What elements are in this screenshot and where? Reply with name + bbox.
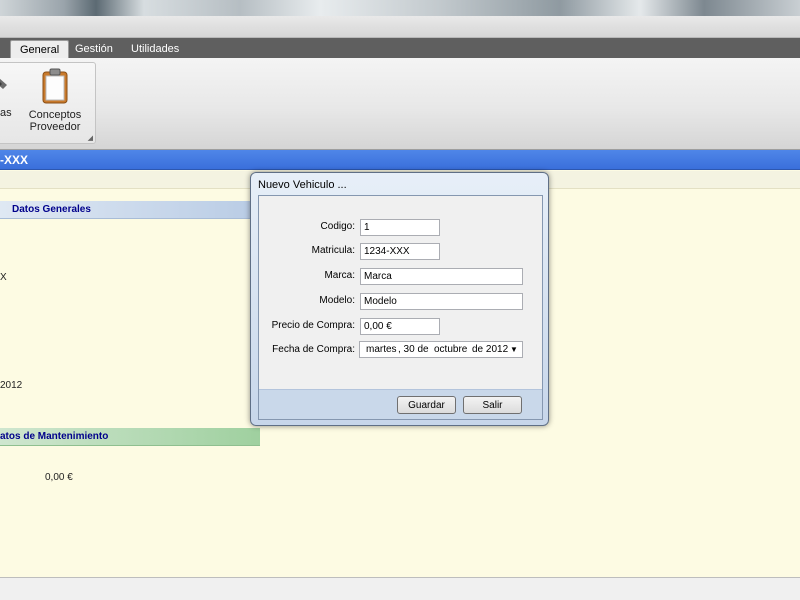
- tab-utilidades[interactable]: Utilidades: [122, 40, 188, 58]
- fecha-compra-label: Fecha de Compra:: [272, 344, 355, 355]
- tab-general[interactable]: General: [10, 40, 70, 59]
- window-title-bar: [0, 16, 800, 38]
- matricula-input[interactable]: [360, 243, 440, 260]
- clipboard-icon: [42, 68, 68, 104]
- matricula-value-fragment: X: [0, 272, 7, 283]
- modelo-label: Modelo:: [319, 295, 355, 306]
- dialog-form: Codigo: Matricula: Marca: Modelo: Precio…: [258, 195, 543, 420]
- date-month: octubre: [434, 344, 468, 355]
- date-year: de 2012: [472, 344, 509, 355]
- group-launcher-icon[interactable]: ◢: [88, 134, 93, 142]
- codigo-input[interactable]: [360, 219, 440, 236]
- ribbon-tab-strip: General Gestión Utilidades: [0, 38, 800, 59]
- conceptos-proveedor-button[interactable]: Conceptos Proveedor: [27, 67, 83, 133]
- precio-compra-label: Precio de Compra:: [271, 320, 355, 331]
- record-header-bar: -XXX: [0, 150, 800, 170]
- tab-gestion[interactable]: Gestión: [66, 40, 122, 58]
- section-datos-mantenimiento: atos de Mantenimiento: [0, 428, 260, 446]
- importe-value: 0,00 €: [45, 472, 73, 483]
- conceptos-label-line1: Conceptos: [28, 109, 82, 121]
- section-datos-generales: Datos Generales: [0, 201, 258, 219]
- fecha-value-fragment: 2012: [0, 380, 23, 391]
- herramientas-label: ientas: [0, 107, 12, 119]
- chevron-down-icon[interactable]: ▼: [508, 342, 520, 357]
- salir-button[interactable]: Salir: [463, 396, 522, 414]
- precio-compra-input[interactable]: [360, 318, 440, 335]
- herramientas-button[interactable]: ientas: [0, 67, 21, 119]
- dialog-title: Nuevo Vehiculo ...: [258, 179, 347, 191]
- background-photo-strip: [0, 0, 800, 16]
- fecha-compra-datepicker[interactable]: martes , 30 de octubre de 2012 ▼: [359, 341, 523, 358]
- date-day: , 30 de: [398, 344, 429, 355]
- dialog-button-band: Guardar Salir: [259, 389, 542, 419]
- marca-input[interactable]: [360, 268, 523, 285]
- tools-icon: [0, 78, 7, 89]
- matricula-label: Matricula:: [311, 245, 355, 256]
- status-bar: [0, 577, 800, 600]
- conceptos-label-line2: Proveedor: [29, 121, 81, 133]
- modelo-input[interactable]: [360, 293, 523, 310]
- nuevo-vehiculo-dialog: Nuevo Vehiculo ... Codigo: Matricula: Ma…: [250, 172, 549, 426]
- guardar-button[interactable]: Guardar: [397, 396, 456, 414]
- ribbon-body: ientas Conceptos Proveedor ◢: [0, 58, 800, 150]
- date-weekday: martes: [366, 344, 397, 355]
- codigo-label: Codigo:: [320, 221, 355, 232]
- ribbon-group-general: ientas Conceptos Proveedor ◢: [0, 62, 96, 144]
- marca-label: Marca:: [324, 270, 355, 281]
